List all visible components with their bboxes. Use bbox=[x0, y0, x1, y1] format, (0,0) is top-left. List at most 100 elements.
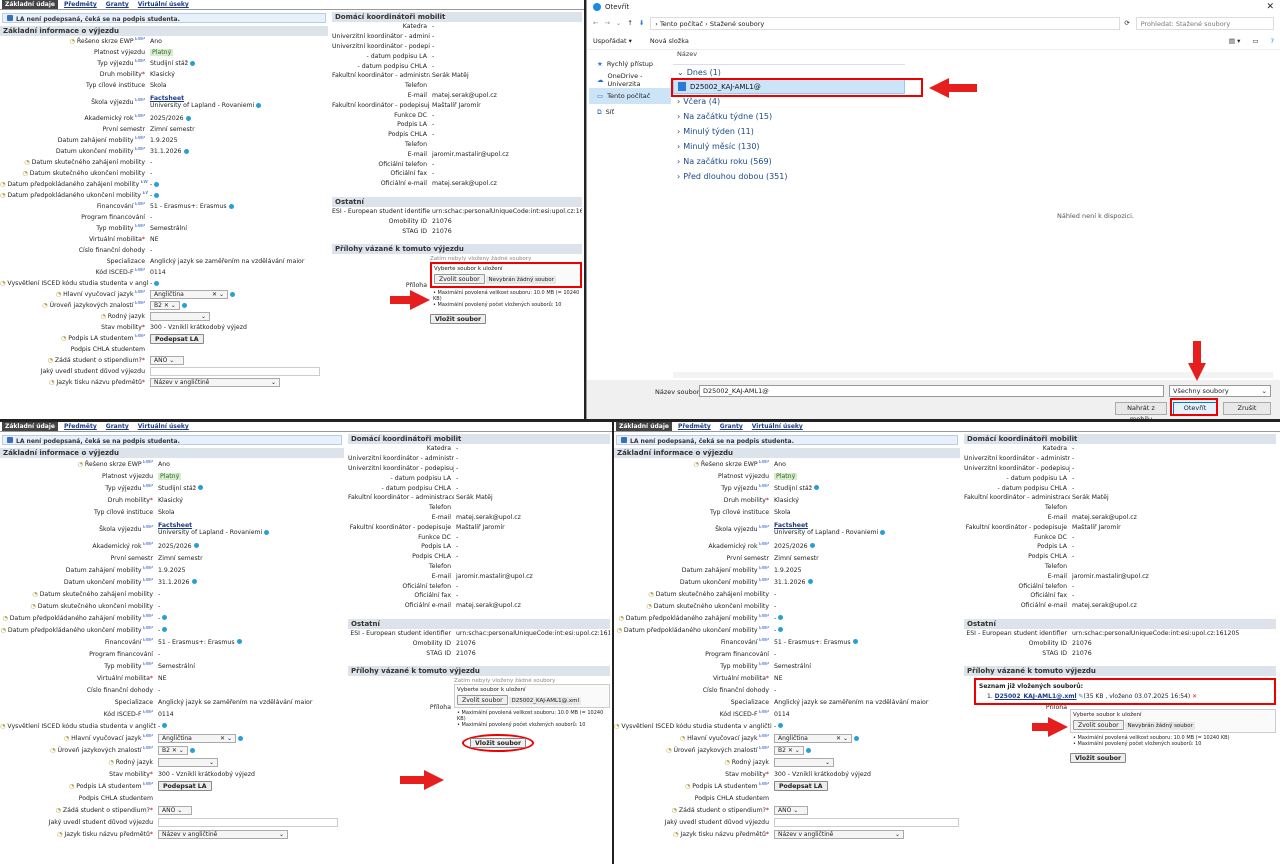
reason-input[interactable] bbox=[150, 367, 320, 376]
help-icon[interactable]: ? bbox=[1271, 37, 1274, 45]
language-select[interactable]: Angličtina ✕ ⌄ bbox=[150, 290, 228, 299]
field-value: urn:schac:personalUniqueCode:int:esi:upo… bbox=[456, 629, 610, 637]
delete-icon[interactable]: ✕ bbox=[1192, 693, 1197, 700]
reason-input[interactable] bbox=[774, 817, 959, 827]
group-year-start[interactable]: › Na začátku roku (569) bbox=[673, 154, 905, 169]
tab-basic[interactable]: Základní údaje bbox=[2, 0, 58, 9]
form-row: Telefon bbox=[964, 503, 1276, 513]
field-label: ◔ Datum předpokládaného zahájení mobilit… bbox=[0, 614, 156, 622]
breadcrumb-item[interactable]: Stažené soubory bbox=[710, 20, 764, 28]
language-level-select[interactable]: B2 ✕ ⌄ bbox=[158, 745, 188, 755]
back-icon[interactable]: ← bbox=[593, 19, 598, 27]
new-folder-button[interactable]: Nová složka bbox=[650, 37, 689, 45]
forward-icon[interactable]: → bbox=[604, 19, 609, 27]
search-input[interactable]: Prohledat: Stažené soubory bbox=[1135, 16, 1274, 30]
refresh-icon[interactable]: ⟳ bbox=[1124, 19, 1129, 27]
insert-file-button[interactable]: Vložit soubor bbox=[430, 313, 487, 324]
tab-grants[interactable]: Granty bbox=[103, 0, 132, 9]
tab-virtual[interactable]: Virtuální úseky bbox=[749, 422, 806, 431]
insert-file-button[interactable]: Vložit soubor bbox=[470, 737, 527, 748]
scholarship-select[interactable]: ANO ⌄ bbox=[774, 805, 808, 815]
language-select[interactable]: Angličtina ✕ ⌄ bbox=[158, 733, 236, 743]
field-label: Platnost výjezdu bbox=[94, 49, 145, 56]
tab-virtual[interactable]: Virtuální úseky bbox=[135, 0, 192, 9]
field-label: Omobility ID bbox=[388, 217, 427, 225]
tab-subjects[interactable]: Předměty bbox=[61, 0, 100, 9]
tab-basic[interactable]: Základní údaje bbox=[616, 422, 672, 431]
filename-input[interactable]: D25002_KAJ-AML1@ bbox=[699, 385, 1164, 397]
info-icon bbox=[228, 203, 234, 209]
print-language-select[interactable]: Název v angličtině ⌄ bbox=[150, 378, 280, 387]
group-today[interactable]: ⌄ Dnes (1) bbox=[673, 64, 905, 79]
breadcrumb-item[interactable]: Tento počítač bbox=[660, 20, 703, 28]
form-row: Stav mobility300 - Vzniklí krátkodobý vý… bbox=[614, 768, 960, 780]
preview-pane: Náhled není k dispozici. bbox=[1057, 212, 1134, 220]
nav-onedrive[interactable]: ☁ OneDrive - Univerzita bbox=[589, 72, 671, 88]
tab-grants[interactable]: Granty bbox=[103, 422, 132, 431]
language-level-select[interactable]: B2 ✕ ⌄ bbox=[774, 745, 804, 755]
nav-quick-access[interactable]: ★ Rychlý přístup bbox=[589, 56, 671, 72]
tab-basic[interactable]: Základní údaje bbox=[2, 422, 58, 431]
print-language-select[interactable]: Název v angličtině ⌄ bbox=[774, 829, 904, 839]
insert-file-button[interactable]: Vložit soubor bbox=[1070, 752, 1127, 763]
column-header-name[interactable]: Název bbox=[673, 50, 905, 64]
field-label: Podpis CHLA bbox=[412, 553, 451, 561]
view-icon[interactable]: ▤ ▾ bbox=[1229, 37, 1240, 45]
form-row: ◔ Rodný jazyk ⌄ bbox=[614, 756, 960, 768]
comment-icon: ◔ bbox=[0, 723, 6, 731]
info-icon bbox=[193, 543, 199, 548]
tab-grants[interactable]: Granty bbox=[717, 422, 746, 431]
sign-la-button[interactable]: Podepsat LA bbox=[774, 781, 828, 791]
preview-pane-icon[interactable]: ▭ bbox=[1252, 37, 1258, 45]
form-row: E-mail matej.serak@upol.cz bbox=[348, 513, 610, 523]
field-label: Oficiální e-mail bbox=[404, 602, 451, 610]
field-label: Podpis LA bbox=[421, 543, 451, 551]
uploaded-file-link[interactable]: D25002_KAJ-AML1@.xml bbox=[995, 693, 1077, 700]
form-row: ◔ Žádá student o stipendium?ANO ⌄ bbox=[614, 804, 960, 816]
native-language-select[interactable]: ⌄ bbox=[158, 757, 218, 767]
form-row: E-mail matej.serak@upol.cz bbox=[332, 91, 582, 101]
choose-file-button[interactable]: Zvolit soubor bbox=[457, 694, 508, 705]
factsheet-link[interactable]: Factsheet bbox=[150, 95, 184, 102]
field-value: Šerák Matěj bbox=[1072, 494, 1109, 502]
chevron-down-icon[interactable]: ⌄ bbox=[616, 19, 621, 27]
group-last-week[interactable]: › Minulý týden (11) bbox=[673, 124, 905, 139]
scholarship-select[interactable]: ANO ⌄ bbox=[158, 805, 192, 815]
sign-la-button[interactable]: Podepsat LA bbox=[150, 333, 204, 344]
field-label: Typ cílové instituce bbox=[94, 508, 153, 516]
breadcrumb[interactable]: › Tento počítač › Stažené soubory bbox=[650, 16, 1121, 30]
file-type-select[interactable]: Všechny soubory ⌄ bbox=[1169, 385, 1271, 397]
organize-button[interactable]: Uspořádat ▾ bbox=[593, 37, 632, 45]
language-select[interactable]: Angličtina ✕ ⌄ bbox=[774, 733, 852, 743]
horizontal-scrollbar[interactable] bbox=[673, 372, 1273, 378]
group-last-month[interactable]: › Minulý měsíc (130) bbox=[673, 139, 905, 154]
language-level-select[interactable]: B2 ✕ ⌄ bbox=[150, 301, 180, 310]
comment-icon: ◔ bbox=[49, 379, 55, 386]
nav-this-pc[interactable]: ▭ Tento počítač bbox=[589, 88, 671, 104]
nav-network[interactable]: ⧉ Síť bbox=[589, 104, 671, 120]
scholarship-select[interactable]: ANO ⌄ bbox=[150, 356, 184, 365]
factsheet-link[interactable]: Factsheet bbox=[158, 522, 192, 529]
group-week-start[interactable]: › Na začátku týdne (15) bbox=[673, 109, 905, 124]
native-language-select[interactable]: ⌄ bbox=[774, 757, 834, 767]
choose-file-button[interactable]: Zvolit soubor bbox=[434, 273, 485, 284]
tab-virtual[interactable]: Virtuální úseky bbox=[135, 422, 192, 431]
field-label: Datum ukončení mobility bbox=[0, 147, 148, 156]
reason-input[interactable] bbox=[158, 817, 338, 827]
group-long-ago[interactable]: › Před dlouhou dobou (351) bbox=[673, 169, 905, 184]
tab-subjects[interactable]: Předměty bbox=[675, 422, 714, 431]
factsheet-link[interactable]: Factsheet bbox=[774, 522, 808, 529]
form-row: ◔ Jazyk tisku názvu předmětůNázev v angl… bbox=[0, 377, 328, 388]
sign-la-button[interactable]: Podepsat LA bbox=[158, 781, 212, 791]
print-language-select[interactable]: Název v angličtině ⌄ bbox=[158, 829, 288, 839]
field-value: Klasický bbox=[774, 496, 799, 504]
up-icon[interactable]: ↑ bbox=[627, 19, 632, 27]
tab-subjects[interactable]: Předměty bbox=[61, 422, 100, 431]
field-label: Fakultní koordinátor - podepisuje bbox=[349, 523, 451, 531]
choose-file-button[interactable]: Zvolit soubor bbox=[1073, 719, 1124, 730]
cancel-button[interactable]: Zrušit bbox=[1223, 402, 1271, 415]
native-language-select[interactable]: ⌄ bbox=[150, 312, 210, 321]
form-row: Platnost výjezdu Platný bbox=[0, 47, 328, 58]
close-icon[interactable]: ✕ bbox=[1266, 2, 1274, 12]
upload-from-mobile-button[interactable]: Nahrát z mobilu bbox=[1115, 402, 1167, 423]
